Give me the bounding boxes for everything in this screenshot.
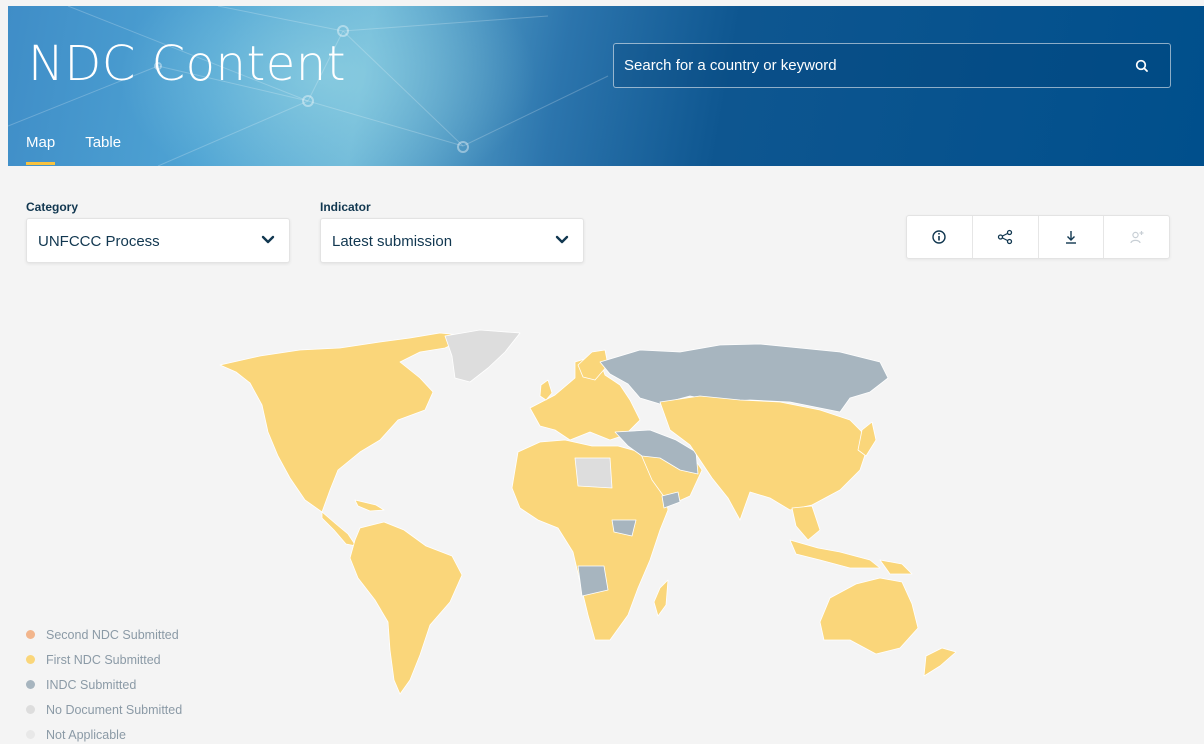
add-user-button[interactable] bbox=[1104, 216, 1169, 258]
info-icon bbox=[932, 230, 947, 244]
share-icon bbox=[997, 229, 1013, 245]
country-shape[interactable] bbox=[857, 421, 877, 457]
country-shape[interactable] bbox=[354, 499, 385, 512]
legend-label: Second NDC Submitted bbox=[46, 627, 179, 642]
tab-table[interactable]: Table bbox=[85, 134, 121, 165]
chevron-down-icon bbox=[261, 235, 275, 244]
legend-item: Not Applicable bbox=[26, 722, 182, 744]
search-icon[interactable] bbox=[1134, 58, 1150, 74]
indicator-value: Latest submission bbox=[332, 233, 453, 250]
legend-item: INDC Submitted bbox=[26, 672, 182, 697]
country-shape[interactable] bbox=[349, 521, 463, 695]
category-select[interactable]: UNFCCC Process bbox=[26, 218, 290, 263]
search-box bbox=[613, 43, 1171, 88]
legend-dot bbox=[26, 655, 35, 664]
legend-label: First NDC Submitted bbox=[46, 652, 161, 667]
tab-map[interactable]: Map bbox=[26, 134, 56, 165]
country-shape[interactable] bbox=[444, 329, 521, 383]
download-icon bbox=[1065, 231, 1076, 244]
info-button[interactable] bbox=[907, 216, 973, 258]
page-title: NDC Content bbox=[28, 36, 347, 92]
download-button[interactable] bbox=[1039, 216, 1105, 258]
country-shape[interactable] bbox=[791, 505, 821, 541]
country-shape[interactable] bbox=[653, 579, 669, 617]
search-input[interactable] bbox=[614, 44, 1170, 87]
country-shape[interactable] bbox=[819, 577, 919, 655]
view-tabs: Map Table bbox=[26, 134, 121, 165]
legend-item: No Document Submitted bbox=[26, 697, 182, 722]
legend-label: INDC Submitted bbox=[46, 677, 137, 692]
category-value: UNFCCC Process bbox=[38, 233, 160, 250]
country-shape[interactable] bbox=[539, 379, 553, 401]
legend-dot bbox=[26, 705, 35, 714]
legend-label: Not Applicable bbox=[46, 727, 126, 742]
legend-dot bbox=[26, 730, 35, 739]
add-user-icon bbox=[1130, 231, 1144, 244]
share-button[interactable] bbox=[973, 216, 1039, 258]
country-shape[interactable] bbox=[321, 511, 357, 547]
category-label: Category bbox=[26, 200, 79, 214]
page-header: NDC Content Map Table bbox=[8, 6, 1204, 166]
country-shape[interactable] bbox=[789, 539, 881, 569]
country-shape[interactable] bbox=[879, 559, 913, 575]
country-shape[interactable] bbox=[574, 457, 613, 489]
legend-label: No Document Submitted bbox=[46, 702, 183, 717]
indicator-label: Indicator bbox=[320, 200, 371, 214]
map-toolbar bbox=[906, 215, 1170, 259]
legend-dot bbox=[26, 680, 35, 689]
map-legend: Second NDC Submitted First NDC Submitted… bbox=[26, 622, 182, 744]
page: NDC Content Map Table Category UNFCCC Pr… bbox=[0, 0, 1204, 744]
chevron-down-icon bbox=[555, 235, 569, 244]
country-shape[interactable] bbox=[923, 647, 957, 677]
legend-item: First NDC Submitted bbox=[26, 647, 182, 672]
country-shape[interactable] bbox=[219, 332, 471, 513]
legend-item: Second NDC Submitted bbox=[26, 622, 182, 647]
legend-dot bbox=[26, 630, 35, 639]
indicator-select[interactable]: Latest submission bbox=[320, 218, 584, 263]
